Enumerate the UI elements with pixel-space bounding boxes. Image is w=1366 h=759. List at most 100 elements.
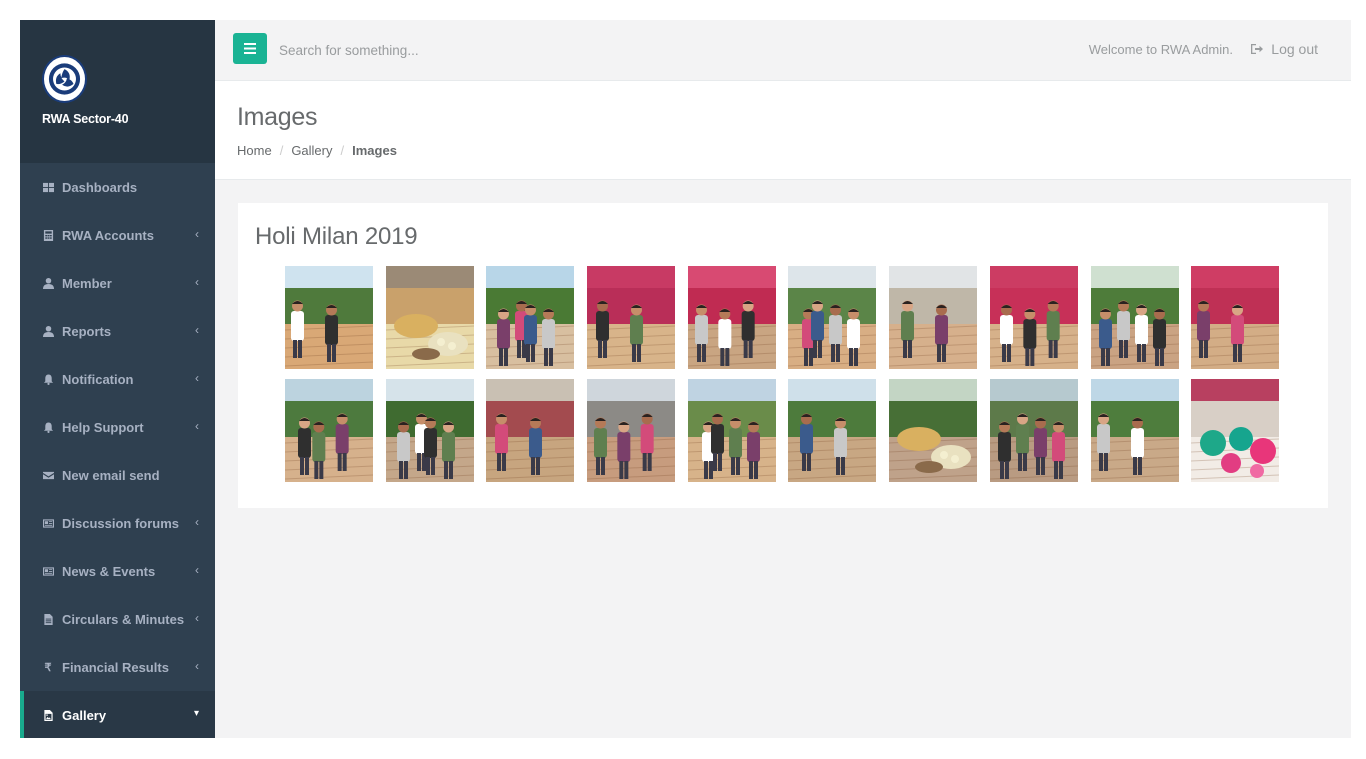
breadcrumb-separator: / (279, 143, 284, 158)
gallery-thumbnail[interactable] (788, 379, 877, 482)
album-title: Holi Milan 2019 (255, 223, 418, 250)
sidebar-item-label: Member (62, 275, 112, 291)
chevron-left-icon: ‹ (195, 227, 199, 241)
chevron-left-icon: ‹ (195, 275, 199, 289)
sidebar-item-label: Dashboards (62, 179, 138, 195)
gallery-thumbnail[interactable] (889, 266, 978, 369)
sidebar-item-label: Financial Results (62, 659, 169, 675)
sidebar-item-dashboards[interactable]: Dashboards (20, 163, 215, 211)
hamburger-icon (244, 43, 256, 54)
chevron-left-icon: ‹ (195, 371, 199, 385)
logout-label: Log out (1271, 41, 1318, 57)
sidebar-item-circulars-minutes[interactable]: Circulars & Minutes ‹ (20, 595, 215, 643)
gallery-thumbnail[interactable] (486, 266, 575, 369)
photo-gallery (285, 266, 1280, 482)
gallery-thumbnail[interactable] (788, 266, 877, 369)
user-icon (41, 276, 55, 290)
breadcrumb-separator: / (340, 143, 345, 158)
gallery-thumbnail[interactable] (587, 379, 676, 482)
photo-image (989, 379, 1078, 482)
sidebar-item-rwa-accounts[interactable]: RWA Accounts ‹ (20, 211, 215, 259)
gallery-thumbnail[interactable] (385, 379, 474, 482)
gallery-thumbnail[interactable] (1191, 266, 1280, 369)
gallery-thumbnail[interactable] (1090, 379, 1179, 482)
photo-image (385, 379, 474, 482)
sign-out-icon (1251, 44, 1264, 54)
logout-link[interactable]: Log out (1251, 41, 1318, 57)
photo-image (1191, 379, 1280, 482)
chevron-left-icon: ‹ (195, 515, 199, 529)
chevron-left-icon: ‹ (195, 419, 199, 433)
gallery-thumbnail[interactable] (989, 379, 1078, 482)
breadcrumb-home[interactable]: Home (237, 143, 272, 158)
chevron-left-icon: ‹ (195, 563, 199, 577)
search-input[interactable] (279, 37, 679, 63)
sidebar-item-reports[interactable]: Reports ‹ (20, 307, 215, 355)
breadcrumb-current: Images (352, 143, 397, 158)
gallery-thumbnail[interactable] (1191, 379, 1280, 482)
page-title: Images (237, 103, 318, 131)
file-icon (41, 612, 55, 626)
breadcrumb: Home / Gallery / Images (237, 143, 397, 158)
rwa-emblem-icon[interactable] (42, 55, 87, 103)
sidebar-item-label: Gallery (62, 707, 107, 723)
sidebar-item-new-email-send[interactable]: New email send (20, 451, 215, 499)
gallery-thumbnail[interactable] (989, 266, 1078, 369)
sidebar-item-gallery[interactable]: Gallery ▾ (20, 691, 215, 738)
gallery-thumbnail[interactable] (1090, 266, 1179, 369)
newspaper-icon (41, 564, 55, 578)
photo-image (687, 379, 776, 482)
org-name: RWA Sector-40 (42, 112, 129, 126)
sidebar-item-member[interactable]: Member ‹ (20, 259, 215, 307)
sidebar-item-financial-results[interactable]: ₹ Financial Results ‹ (20, 643, 215, 691)
photo-image (587, 379, 676, 482)
gallery-thumbnail[interactable] (385, 266, 474, 369)
sidebar-item-label: New email send (62, 467, 160, 483)
sidebar-item-label: Discussion forums (62, 515, 180, 531)
sidebar-item-help-support[interactable]: Help Support ‹ (20, 403, 215, 451)
sidebar-item-label: Help Support (62, 419, 144, 435)
chevron-left-icon: ‹ (195, 659, 199, 673)
sidebar-item-label: Notification (62, 371, 134, 387)
page-heading: Images Home / Gallery / Images (215, 81, 1351, 180)
breadcrumb-gallery[interactable]: Gallery (291, 143, 332, 158)
calculator-icon (41, 228, 55, 242)
photo-image (1090, 266, 1179, 369)
photo-image (1090, 379, 1179, 482)
photo-image (486, 379, 575, 482)
gallery-thumbnail[interactable] (587, 266, 676, 369)
gallery-thumbnail[interactable] (486, 379, 575, 482)
rupee-icon: ₹ (44, 661, 52, 674)
sidebar-item-discussion-forums[interactable]: Discussion forums ‹ (20, 499, 215, 547)
photo-image (587, 266, 676, 369)
photo-image (385, 266, 474, 369)
gallery-thumbnail[interactable] (889, 379, 978, 482)
chevron-left-icon: ‹ (195, 323, 199, 337)
sidebar-profile: RWA Sector-40 (20, 20, 215, 163)
photo-image (989, 266, 1078, 369)
sidebar-item-news-events[interactable]: News & Events ‹ (20, 547, 215, 595)
gallery-thumbnail[interactable] (687, 379, 776, 482)
photo-image (889, 379, 978, 482)
top-navbar: Welcome to RWA Admin. Log out (215, 20, 1351, 81)
sidebar-item-label: Reports (62, 323, 112, 339)
gallery-thumbnail[interactable] (285, 379, 373, 482)
photo-image (285, 266, 373, 369)
image-file-icon (41, 708, 55, 722)
sidebar-item-label: RWA Accounts (62, 227, 154, 243)
photo-image (687, 266, 776, 369)
welcome-message: Welcome to RWA Admin. (1088, 42, 1233, 57)
photo-image (788, 379, 877, 482)
menu-toggle-button[interactable] (233, 33, 267, 64)
bell-icon (41, 420, 55, 434)
album-panel: Holi Milan 2019 (238, 203, 1328, 508)
chevron-down-icon: ▾ (193, 708, 199, 719)
gallery-thumbnail[interactable] (687, 266, 776, 369)
newspaper-icon (41, 516, 55, 530)
photo-image (285, 379, 373, 482)
sidebar-item-notification[interactable]: Notification ‹ (20, 355, 215, 403)
app-window: RWA Sector-40 Dashboards RWA Accounts ‹ … (20, 20, 1351, 738)
sidebar: RWA Sector-40 Dashboards RWA Accounts ‹ … (20, 20, 215, 738)
photo-image (889, 266, 978, 369)
gallery-thumbnail[interactable] (285, 266, 373, 369)
